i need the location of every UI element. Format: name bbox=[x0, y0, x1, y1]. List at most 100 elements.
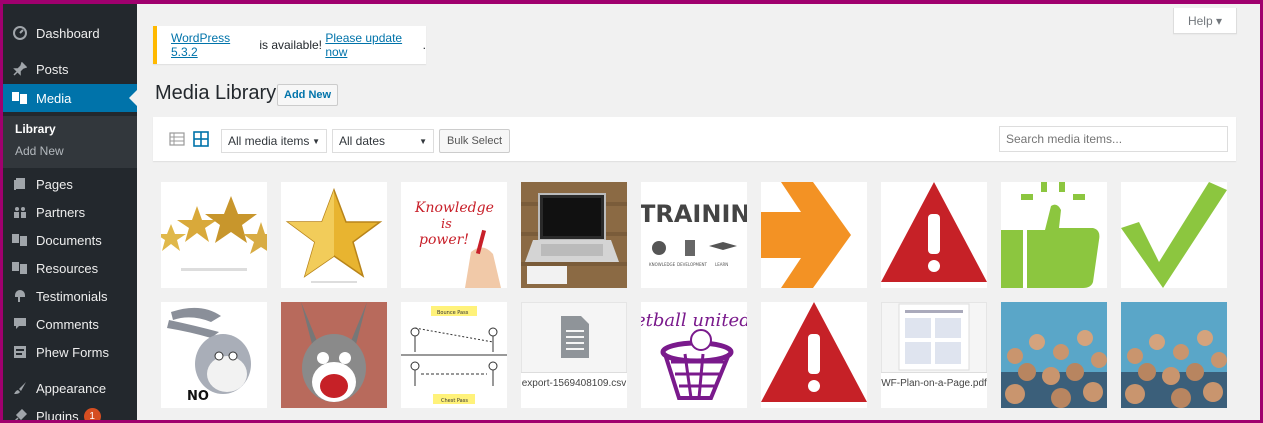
menu-resources-label: Resources bbox=[36, 260, 99, 276]
media-icon bbox=[12, 232, 28, 248]
bugs-no-text: NO bbox=[187, 389, 209, 404]
media-filename: export-1569408109.csv bbox=[521, 372, 627, 408]
pdf-preview bbox=[898, 303, 970, 371]
menu-documents[interactable]: Documents bbox=[3, 226, 137, 254]
menu-appearance[interactable]: Appearance bbox=[3, 374, 137, 402]
bugs-no-image: NO bbox=[161, 302, 267, 408]
menu-testimonials-label: Testimonials bbox=[36, 288, 108, 304]
knowledge-text-2: is bbox=[441, 217, 452, 232]
menu-posts-label: Posts bbox=[36, 61, 69, 77]
pin-icon bbox=[12, 61, 28, 77]
training-image: TRAINING KNOWLEDGE DEVELOPMENT LEARN bbox=[641, 182, 747, 288]
media-filename: WF-Plan-on-a-Page.pdf bbox=[881, 372, 987, 408]
menu-pages-label: Pages bbox=[36, 176, 73, 192]
media-item[interactable]: export-1569408109.csv bbox=[521, 302, 627, 408]
media-item[interactable]: etball united bbox=[641, 302, 747, 408]
document-icon bbox=[561, 316, 589, 358]
chevron-down-icon: ▼ bbox=[312, 136, 320, 146]
stars-image bbox=[161, 182, 267, 288]
training-label-2: DEVELOPMENT bbox=[677, 262, 707, 267]
menu-phew-forms-label: Phew Forms bbox=[36, 344, 109, 360]
submenu-library[interactable]: Library bbox=[15, 122, 56, 136]
menu-documents-label: Documents bbox=[36, 232, 102, 248]
media-item[interactable] bbox=[161, 182, 267, 288]
media-item[interactable] bbox=[1001, 182, 1107, 288]
warning-image bbox=[881, 182, 987, 288]
date-filter-value: All dates bbox=[339, 134, 386, 148]
passes-diagram-image: Bounce Pass Chest Pass bbox=[401, 302, 507, 408]
media-item[interactable] bbox=[281, 182, 387, 288]
menu-dashboard-label: Dashboard bbox=[36, 25, 100, 41]
menu-comments[interactable]: Comments bbox=[3, 310, 137, 338]
media-item[interactable] bbox=[761, 302, 867, 408]
laptop-image bbox=[521, 182, 627, 288]
menu-posts[interactable]: Posts bbox=[3, 55, 137, 83]
list-view-icon[interactable] bbox=[169, 131, 185, 147]
media-item[interactable]: WF-Plan-on-a-Page.pdf bbox=[881, 302, 987, 408]
media-item[interactable] bbox=[281, 302, 387, 408]
add-new-button[interactable]: Add New bbox=[277, 84, 339, 106]
media-submenu: Library Add New bbox=[3, 116, 137, 168]
menu-phew-forms[interactable]: Phew Forms bbox=[3, 338, 137, 366]
media-item[interactable] bbox=[1001, 302, 1107, 408]
knowledge-text-3: power! bbox=[419, 232, 469, 248]
menu-testimonials[interactable]: Testimonials bbox=[3, 282, 137, 310]
gold-star-image bbox=[281, 182, 387, 288]
wordpress-version-link[interactable]: WordPress 5.3.2 bbox=[171, 31, 256, 59]
menu-dashboard[interactable]: Dashboard bbox=[3, 19, 137, 47]
date-filter[interactable]: All dates ▼ bbox=[332, 129, 434, 153]
knowledge-image: Knowledge is power! bbox=[401, 182, 507, 288]
menu-appearance-label: Appearance bbox=[36, 380, 107, 396]
update-notice: WordPress 5.3.2 is available! Please upd… bbox=[153, 26, 426, 64]
netball-text: etball united bbox=[641, 310, 747, 331]
training-label-3: LEARN bbox=[715, 262, 728, 267]
knowledge-text-1: Knowledge bbox=[414, 200, 494, 216]
media-item[interactable]: NO bbox=[161, 302, 267, 408]
groups-icon bbox=[12, 204, 28, 220]
help-tab-button[interactable]: Help ▾ bbox=[1173, 8, 1237, 34]
media-item[interactable] bbox=[881, 182, 987, 288]
media-item[interactable]: TRAINING KNOWLEDGE DEVELOPMENT LEARN bbox=[641, 182, 747, 288]
menu-media-label: Media bbox=[36, 90, 72, 106]
menu-partners-label: Partners bbox=[36, 204, 86, 220]
search-media-input[interactable] bbox=[999, 126, 1228, 152]
update-now-link[interactable]: Please update now bbox=[325, 31, 422, 59]
passes-label-2: Chest Pass bbox=[441, 398, 468, 404]
arrow-image bbox=[761, 182, 867, 288]
menu-plugins-label: Plugins bbox=[36, 408, 79, 421]
page-title: Media Library bbox=[155, 82, 277, 104]
menu-plugins[interactable]: Plugins 1 bbox=[3, 402, 137, 420]
submenu-add-new[interactable]: Add New bbox=[15, 144, 64, 158]
crowd-thumbs-image bbox=[1121, 302, 1227, 408]
menu-partners[interactable]: Partners bbox=[3, 198, 137, 226]
testimonial-icon bbox=[12, 288, 28, 304]
media-icon bbox=[12, 260, 28, 276]
menu-resources[interactable]: Resources bbox=[3, 254, 137, 282]
chevron-down-icon: ▼ bbox=[419, 136, 427, 146]
media-item[interactable] bbox=[521, 182, 627, 288]
menu-media[interactable]: Media bbox=[3, 84, 137, 112]
admin-sidebar: Dashboard Posts Media Library Add New Pa… bbox=[3, 4, 137, 420]
media-item[interactable]: Bounce Pass Chest Pass bbox=[401, 302, 507, 408]
media-item[interactable] bbox=[1121, 302, 1227, 408]
warning-image bbox=[761, 302, 867, 408]
grid-view-icon[interactable] bbox=[193, 131, 209, 147]
crowd-thumbs-image bbox=[1001, 302, 1107, 408]
media-item[interactable]: Knowledge is power! bbox=[401, 182, 507, 288]
checkmark-image bbox=[1121, 182, 1227, 288]
menu-comments-label: Comments bbox=[36, 316, 99, 332]
netball-image: etball united bbox=[641, 302, 747, 408]
media-item[interactable] bbox=[1121, 182, 1227, 288]
wp-admin-window: Dashboard Posts Media Library Add New Pa… bbox=[3, 4, 1260, 420]
brush-icon bbox=[12, 380, 28, 396]
bugs-scream-image bbox=[281, 302, 387, 408]
media-toolbar: All media items ▼ All dates ▼ Bulk Selec… bbox=[153, 117, 1236, 161]
bulk-select-button[interactable]: Bulk Select bbox=[439, 129, 510, 153]
plugin-icon bbox=[12, 408, 28, 420]
training-label-1: KNOWLEDGE bbox=[649, 262, 676, 267]
media-type-filter[interactable]: All media items ▼ bbox=[221, 129, 327, 153]
media-item[interactable] bbox=[761, 182, 867, 288]
media-icon bbox=[12, 90, 28, 106]
pages-icon bbox=[12, 176, 28, 192]
menu-pages[interactable]: Pages bbox=[3, 170, 137, 198]
